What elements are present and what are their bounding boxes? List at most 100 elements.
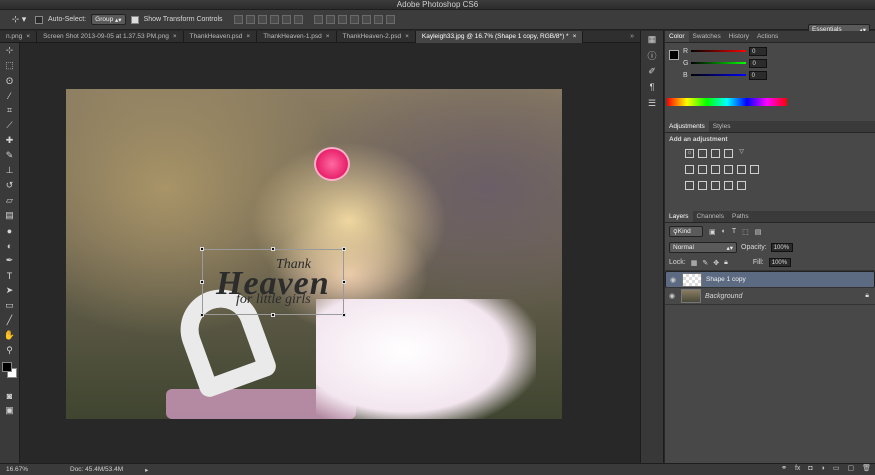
brush-panel-icon[interactable]: ✐ [641, 63, 663, 79]
tab-document[interactable]: Screen Shot 2013-09-05 at 1.37.53 PM.png… [37, 31, 184, 43]
visibility-eye-icon[interactable]: ◉ [670, 276, 678, 284]
brush-tool-icon[interactable]: ✎ [0, 148, 19, 163]
color-balance-icon[interactable] [698, 165, 707, 174]
tab-layers[interactable]: Layers [665, 211, 693, 222]
align-left-icon[interactable] [269, 15, 279, 24]
tab-channels[interactable]: Channels [693, 211, 728, 222]
fill-input[interactable]: 100% [768, 258, 791, 267]
type-tool-icon[interactable]: T [0, 268, 19, 283]
close-icon[interactable]: × [246, 31, 250, 43]
gradient-map-icon[interactable] [724, 181, 733, 190]
hand-tool-icon[interactable]: ✋ [0, 328, 19, 343]
blue-slider[interactable] [690, 74, 746, 76]
red-value-input[interactable]: 0 [749, 46, 768, 56]
tab-color[interactable]: Color [665, 31, 689, 42]
new-layer-icon[interactable]: ▢ [847, 463, 854, 475]
tab-paths[interactable]: Paths [728, 211, 753, 222]
tab-document-active[interactable]: Kayleigh33.jpg @ 16.7% (Shape 1 copy, RG… [415, 31, 584, 43]
color-ramp[interactable] [667, 98, 787, 106]
layer-row-background[interactable]: ◉ Background 🔒︎ [665, 288, 875, 305]
align-vcenter-icon[interactable] [245, 15, 255, 24]
close-icon[interactable]: × [573, 31, 577, 43]
align-right-icon[interactable] [293, 15, 303, 24]
new-group-icon[interactable]: ▭ [833, 463, 840, 475]
invert-icon[interactable] [685, 181, 694, 190]
blue-value-input[interactable]: 0 [748, 70, 767, 80]
green-slider[interactable] [691, 62, 747, 64]
healing-brush-icon[interactable]: ✚ [0, 133, 19, 148]
properties-panel-icon[interactable]: ☰ [641, 95, 663, 111]
filter-smart-object-icon[interactable]: ▤ [755, 228, 762, 236]
tab-adjustments[interactable]: Adjustments [665, 121, 709, 132]
close-icon[interactable]: × [26, 31, 30, 43]
zoom-tool-icon[interactable]: ⚲ [0, 343, 19, 358]
align-top-icon[interactable] [233, 15, 243, 24]
transform-handle[interactable] [342, 280, 346, 284]
distribute-left-icon[interactable] [349, 15, 359, 24]
lasso-tool-icon[interactable]: ʘ [0, 73, 19, 88]
add-mask-icon[interactable]: ◘ [808, 463, 812, 475]
channel-mixer-icon[interactable] [737, 165, 746, 174]
status-menu-arrow-icon[interactable]: ▸ [145, 466, 148, 474]
crop-tool-icon[interactable]: ⌗ [0, 103, 19, 118]
transform-handle[interactable] [342, 313, 346, 317]
distribute-hcenter-icon[interactable] [361, 15, 371, 24]
distribute-vcenter-icon[interactable] [325, 15, 335, 24]
shape-tool-icon[interactable]: ▭ [0, 298, 19, 313]
move-tool-icon[interactable]: ⊹ [0, 43, 19, 58]
lock-transparent-icon[interactable]: ▦ [691, 259, 698, 267]
layer-name[interactable]: Shape 1 copy [706, 276, 746, 283]
vibrance-icon[interactable]: ▽ [737, 149, 746, 158]
tab-swatches[interactable]: Swatches [689, 31, 725, 42]
selective-color-icon[interactable] [737, 181, 746, 190]
transform-handle[interactable] [200, 247, 204, 251]
tab-document[interactable]: ThankHeaven-2.psd × [337, 31, 416, 43]
quick-select-tool-icon[interactable]: ⁄ [0, 88, 19, 103]
layer-row-shape-1-copy[interactable]: ◉ Shape 1 copy [665, 271, 875, 288]
gradient-tool-icon[interactable]: ▤ [0, 208, 19, 223]
transform-handle[interactable] [342, 247, 346, 251]
info-panel-icon[interactable]: ⓘ [641, 47, 663, 63]
distribute-right-icon[interactable] [373, 15, 383, 24]
opacity-input[interactable]: 100% [770, 243, 793, 252]
pen-tool-icon[interactable]: ✒ [0, 253, 19, 268]
curves-icon[interactable] [711, 149, 720, 158]
history-panel-icon[interactable]: ▦ [641, 31, 663, 47]
black-white-icon[interactable] [711, 165, 720, 174]
path-select-tool-icon[interactable]: ➤ [0, 283, 19, 298]
filter-adjustment-icon[interactable]: ◐ [722, 228, 726, 235]
brightness-icon[interactable]: ☼ [685, 149, 694, 158]
paragraph-panel-icon[interactable]: ¶ [641, 79, 663, 95]
auto-align-icon[interactable] [385, 15, 395, 24]
filter-type-icon[interactable]: T [732, 228, 736, 235]
layer-style-icon[interactable]: fx [795, 463, 800, 475]
close-icon[interactable]: × [173, 31, 177, 43]
lock-position-icon[interactable]: ✥ [713, 259, 719, 267]
zoom-level[interactable]: 16.67% [0, 466, 70, 473]
levels-icon[interactable] [698, 149, 707, 158]
close-icon[interactable]: × [326, 31, 330, 43]
close-icon[interactable]: × [405, 31, 409, 43]
red-slider[interactable] [691, 50, 747, 52]
photo-filter-icon[interactable] [724, 165, 733, 174]
tab-document[interactable]: n.png × [0, 31, 38, 43]
visibility-eye-icon[interactable]: ◉ [669, 292, 677, 300]
blur-tool-icon[interactable]: ● [0, 223, 19, 238]
auto-select-dropdown[interactable]: Group ▴▾ [91, 14, 126, 25]
blend-mode-dropdown[interactable]: Normal ▴▾ [669, 242, 737, 253]
quick-mask-icon[interactable]: ◙ [0, 388, 19, 403]
posterize-icon[interactable] [698, 181, 707, 190]
distribute-top-icon[interactable] [313, 15, 323, 24]
dodge-tool-icon[interactable]: ◐ [0, 238, 19, 253]
canvas-area[interactable]: Thank Heaven for little girls [21, 44, 639, 463]
tab-document[interactable]: ThankHeaven.psd × [184, 31, 258, 43]
document-photo[interactable]: Thank Heaven for little girls [66, 89, 562, 419]
delete-layer-icon[interactable]: 🗑︎ [862, 463, 871, 475]
move-tool-preset-button[interactable]: ⊹ ▾ [8, 13, 30, 27]
lock-image-icon[interactable]: ✎ [702, 259, 708, 267]
layer-name[interactable]: Background [705, 293, 742, 300]
show-transform-checkbox[interactable] [130, 15, 139, 24]
filter-shape-icon[interactable]: ⬚ [742, 228, 749, 236]
filter-pixel-icon[interactable]: ▣ [709, 228, 716, 236]
exposure-icon[interactable] [724, 149, 733, 158]
